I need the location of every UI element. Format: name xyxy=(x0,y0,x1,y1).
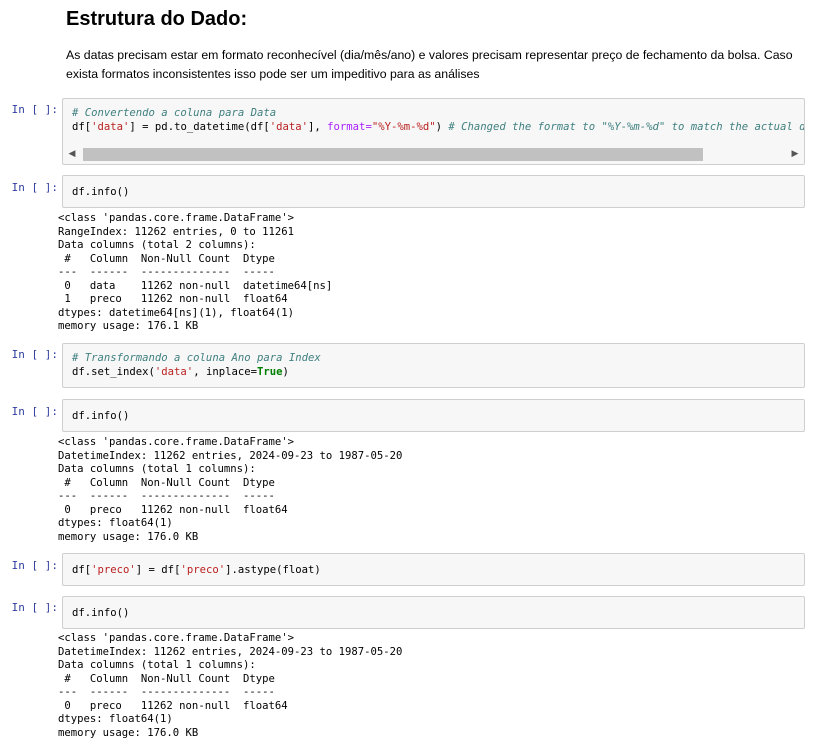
code-string: 'preco' xyxy=(91,564,136,576)
code-text: ].astype(float) xyxy=(225,564,321,576)
code-text: df.info() xyxy=(72,410,130,422)
code-keyword: format= xyxy=(327,121,372,133)
scroll-right-icon[interactable]: ▶ xyxy=(790,148,800,160)
code-text: ] = df[ xyxy=(135,564,181,576)
cell-output: <class 'pandas.core.frame.DataFrame'> Ra… xyxy=(58,212,333,332)
horizontal-scrollbar[interactable]: ◀ ▶ xyxy=(67,145,800,162)
code-cell-input[interactable]: df.info() xyxy=(62,175,805,208)
code-cell-input[interactable]: # Transformando a coluna Ano para Index … xyxy=(62,343,805,388)
code-cell-input[interactable]: df.info() xyxy=(62,596,805,629)
markdown-heading: Estrutura do Dado: xyxy=(66,8,248,30)
cell-prompt: In [ ]: xyxy=(11,601,58,614)
cell-prompt: In [ ]: xyxy=(11,348,58,361)
code-text: ) xyxy=(282,366,289,378)
code-cell-input[interactable]: # Convertendo a coluna para Data df['dat… xyxy=(62,98,805,165)
cell-output: <class 'pandas.core.frame.DataFrame'> Da… xyxy=(58,632,403,739)
code-text: ], xyxy=(308,121,328,133)
cell-prompt: In [ ]: xyxy=(11,103,58,116)
cell-prompt: In [ ]: xyxy=(11,181,58,194)
code-string: 'data' xyxy=(269,121,309,133)
code-comment: # Transformando a coluna Ano para Index xyxy=(72,352,321,364)
scrollbar-thumb[interactable] xyxy=(83,148,703,161)
code-string: 'preco' xyxy=(180,564,226,576)
code-text: df[ xyxy=(72,564,92,576)
code-cell-input[interactable]: df['preco'] = df['preco'].astype(float) xyxy=(62,553,805,586)
code-comment: # Changed the format to "%Y-%m-%d" to ma… xyxy=(448,121,805,133)
cell-output: <class 'pandas.core.frame.DataFrame'> Da… xyxy=(58,436,403,543)
code-text: ] = pd.to_datetime(df[ xyxy=(129,121,270,133)
code-cell-input[interactable]: df.info() xyxy=(62,399,805,432)
code-text: ) xyxy=(435,121,449,133)
code-string: 'data' xyxy=(91,121,130,133)
cell-prompt: In [ ]: xyxy=(11,559,58,572)
code-text: , inplace= xyxy=(193,366,257,378)
code-comment: # Convertendo a coluna para Data xyxy=(72,107,277,119)
code-string: 'data' xyxy=(154,366,194,378)
cell-prompt: In [ ]: xyxy=(11,405,58,418)
scroll-left-icon[interactable]: ◀ xyxy=(67,148,77,160)
markdown-paragraph: As datas precisam estar em formato recon… xyxy=(66,48,793,81)
code-text: df[ xyxy=(72,121,92,133)
code-text: df.info() xyxy=(72,186,130,198)
code-boolean: True xyxy=(256,366,283,378)
code-text: df.info() xyxy=(72,607,130,619)
code-text: df.set_index( xyxy=(72,366,155,378)
code-string: "%Y-%m-%d" xyxy=(371,121,436,133)
